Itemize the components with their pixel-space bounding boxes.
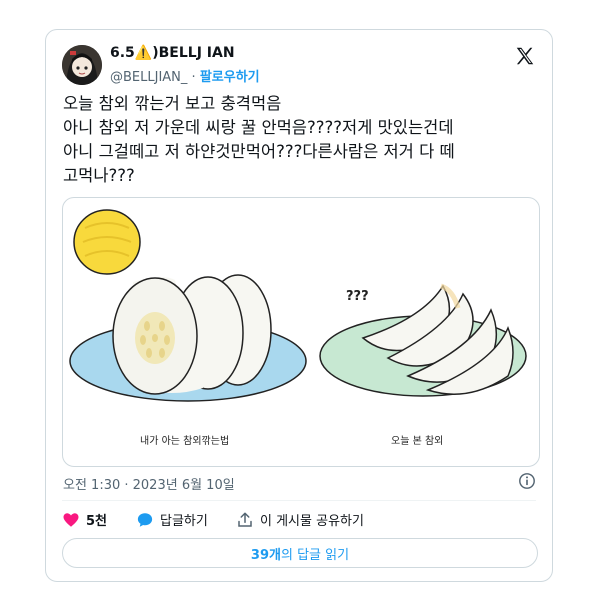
question-marks: ??? bbox=[346, 289, 369, 304]
separator-dot: · bbox=[191, 70, 196, 85]
divider bbox=[62, 500, 536, 501]
tweet-text: 오늘 참외 깎는거 보고 충격먹음 아니 참외 저 가운데 씨랑 꿀 안먹음??… bbox=[63, 94, 455, 185]
avatar[interactable] bbox=[62, 45, 102, 85]
right-caption: 오늘 본 참외 bbox=[391, 436, 444, 447]
timestamp[interactable]: 오전 1:30 · 2023년 6월 10일 bbox=[63, 474, 235, 493]
share-label: 이 게시물 공유하기 bbox=[260, 514, 364, 529]
follow-button[interactable]: 팔로우하기 bbox=[200, 70, 260, 85]
x-logo-icon[interactable] bbox=[514, 45, 536, 67]
heart-icon bbox=[63, 512, 79, 527]
replies-label: 의 답글 읽기 bbox=[280, 547, 350, 563]
tweet-card: 6.5⚠️)BELLJ IAN @BELLJIAN_ · 팔로우하기 오늘 참외… bbox=[45, 29, 553, 582]
author-handle-row: @BELLJIAN_ · 팔로우하기 bbox=[110, 66, 260, 85]
share-button[interactable]: 이 게시물 공유하기 bbox=[236, 510, 364, 529]
reply-label: 답글하기 bbox=[160, 514, 208, 529]
author-handle[interactable]: @BELLJIAN_ bbox=[110, 70, 187, 85]
tweet-image[interactable]: ??? 내가 아는 참외깎는법 오늘 본 참외 bbox=[62, 197, 540, 467]
reply-bubble-icon bbox=[137, 512, 153, 527]
share-icon bbox=[238, 512, 252, 527]
read-replies-button[interactable]: 39개 의 답글 읽기 bbox=[62, 538, 538, 568]
left-caption: 내가 아는 참외깎는법 bbox=[140, 436, 230, 447]
like-button[interactable]: 5천 bbox=[62, 510, 107, 529]
melon-illustration: ??? bbox=[69, 209, 527, 402]
info-icon[interactable] bbox=[518, 472, 536, 490]
replies-count: 39개 bbox=[250, 547, 281, 563]
reply-button[interactable]: 답글하기 bbox=[136, 510, 208, 529]
like-count: 5천 bbox=[86, 514, 108, 529]
author-display-name[interactable]: 6.5⚠️)BELLJ IAN bbox=[110, 45, 235, 61]
